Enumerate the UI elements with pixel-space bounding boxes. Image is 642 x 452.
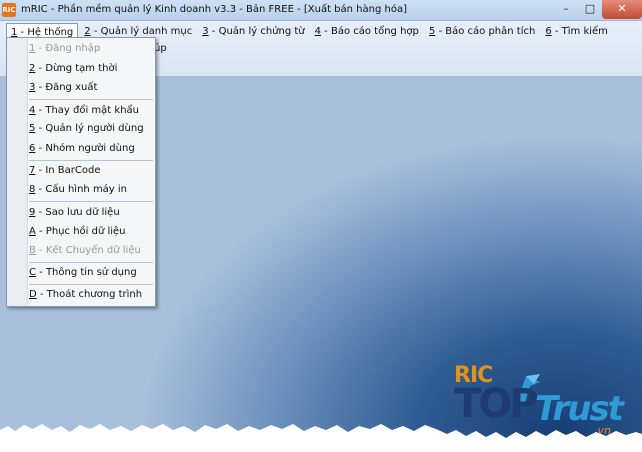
menu-item-thay-doi-mat-khau[interactable]: 4 - Thay đổi mật khẩu [29,102,153,120]
menu-item-sao-luu-du-lieu[interactable]: 9 - Sao lưu dữ liệu [29,204,153,222]
item-label: - Cấu hình máy in [35,184,128,195]
item-key: D [29,289,37,300]
menu-bao-cao-phan-tich[interactable]: 5 - Báo cáo phân tích [425,23,539,40]
menu-item-thong-tin-su-dung[interactable]: C - Thông tin sử dụng [29,264,153,282]
menu-separator [29,262,153,263]
menu-tim-kiem[interactable]: 6 - Tìm kiếm [541,23,612,40]
window-title: mRIC - Phần mềm quản lý Kinh doanh v3.3 … [21,4,407,15]
menu-item-cau-hinh-may-in[interactable]: 8 - Cấu hình máy in [29,181,153,199]
menu-item-phuc-hoi-du-lieu[interactable]: A - Phục hồi dữ liệu [29,223,153,241]
item-key: C [29,267,36,278]
item-label: - Đăng nhập [35,43,101,54]
menu-item-in-barcode[interactable]: 7 - In BarCode [29,162,153,180]
item-label: - Sao lưu dữ liệu [35,207,120,218]
menu-item-nhom-nguoi-dung[interactable]: 6 - Nhóm người dùng [29,140,153,158]
menu-separator [29,284,153,285]
menu-label: - Quản lý danh mục [90,26,193,37]
item-key: B [29,245,36,256]
menu-label: - Tìm kiếm [551,26,608,37]
item-label: - Nhóm người dùng [35,143,135,154]
menu-item-thoat-chuong-trinh[interactable]: D - Thoát chương trình [29,286,153,304]
menu-item-dang-xuat[interactable]: 3 - Đăng xuất [29,79,153,97]
item-label: - Quản lý người dùng [35,123,144,134]
menu-bao-cao-tong-hop[interactable]: 4 - Báo cáo tổng hợp [311,23,423,40]
logo-top: TOP [454,381,539,427]
title-bar[interactable]: RIC mRIC - Phần mềm quản lý Kinh doanh v… [0,0,642,21]
item-label: - Thay đổi mật khẩu [35,105,139,116]
menu-label: - Báo cáo phân tích [435,26,536,37]
menu-item-dang-nhap[interactable]: 1 - Đăng nhập [29,40,153,58]
menu-separator [29,160,153,161]
maximize-button[interactable]: □ [578,0,602,19]
item-label: - Phục hồi dữ liệu [35,226,126,237]
he-thong-dropdown: 1 - Đăng nhập 2 - Dừng tạm thời 3 - Đăng… [6,37,156,307]
item-label: - Thông tin sử dụng [35,267,137,278]
menu-item-ket-chuyen-du-lieu[interactable]: B - Kết Chuyển dữ liệu [29,242,153,260]
torn-edge [0,424,642,452]
item-label: - Kết Chuyển dữ liệu [35,245,141,256]
window-controls: – □ ✕ [554,0,642,20]
item-label: - In BarCode [35,165,101,176]
menu-separator [29,99,153,100]
menu-label: - Quản lý chứng từ [208,26,305,37]
minimize-button[interactable]: – [554,0,578,19]
close-button[interactable]: ✕ [602,0,642,19]
item-key: A [29,226,36,237]
menu-label: - Báo cáo tổng hợp [321,26,419,37]
app-icon[interactable]: RIC [2,3,16,17]
menu-gutter [7,38,28,306]
menu-quan-ly-chung-tu[interactable]: 3 - Quản lý chứng từ [198,23,308,40]
menu-item-quan-ly-nguoi-dung[interactable]: 5 - Quản lý người dùng [29,120,153,138]
item-label: - Đăng xuất [35,82,98,93]
item-label: - Dừng tạm thời [35,63,118,74]
item-label: - Thoát chương trình [36,289,143,300]
menu-separator [29,201,153,202]
menu-item-dung-tam-thoi[interactable]: 2 - Dừng tạm thời [29,60,153,78]
